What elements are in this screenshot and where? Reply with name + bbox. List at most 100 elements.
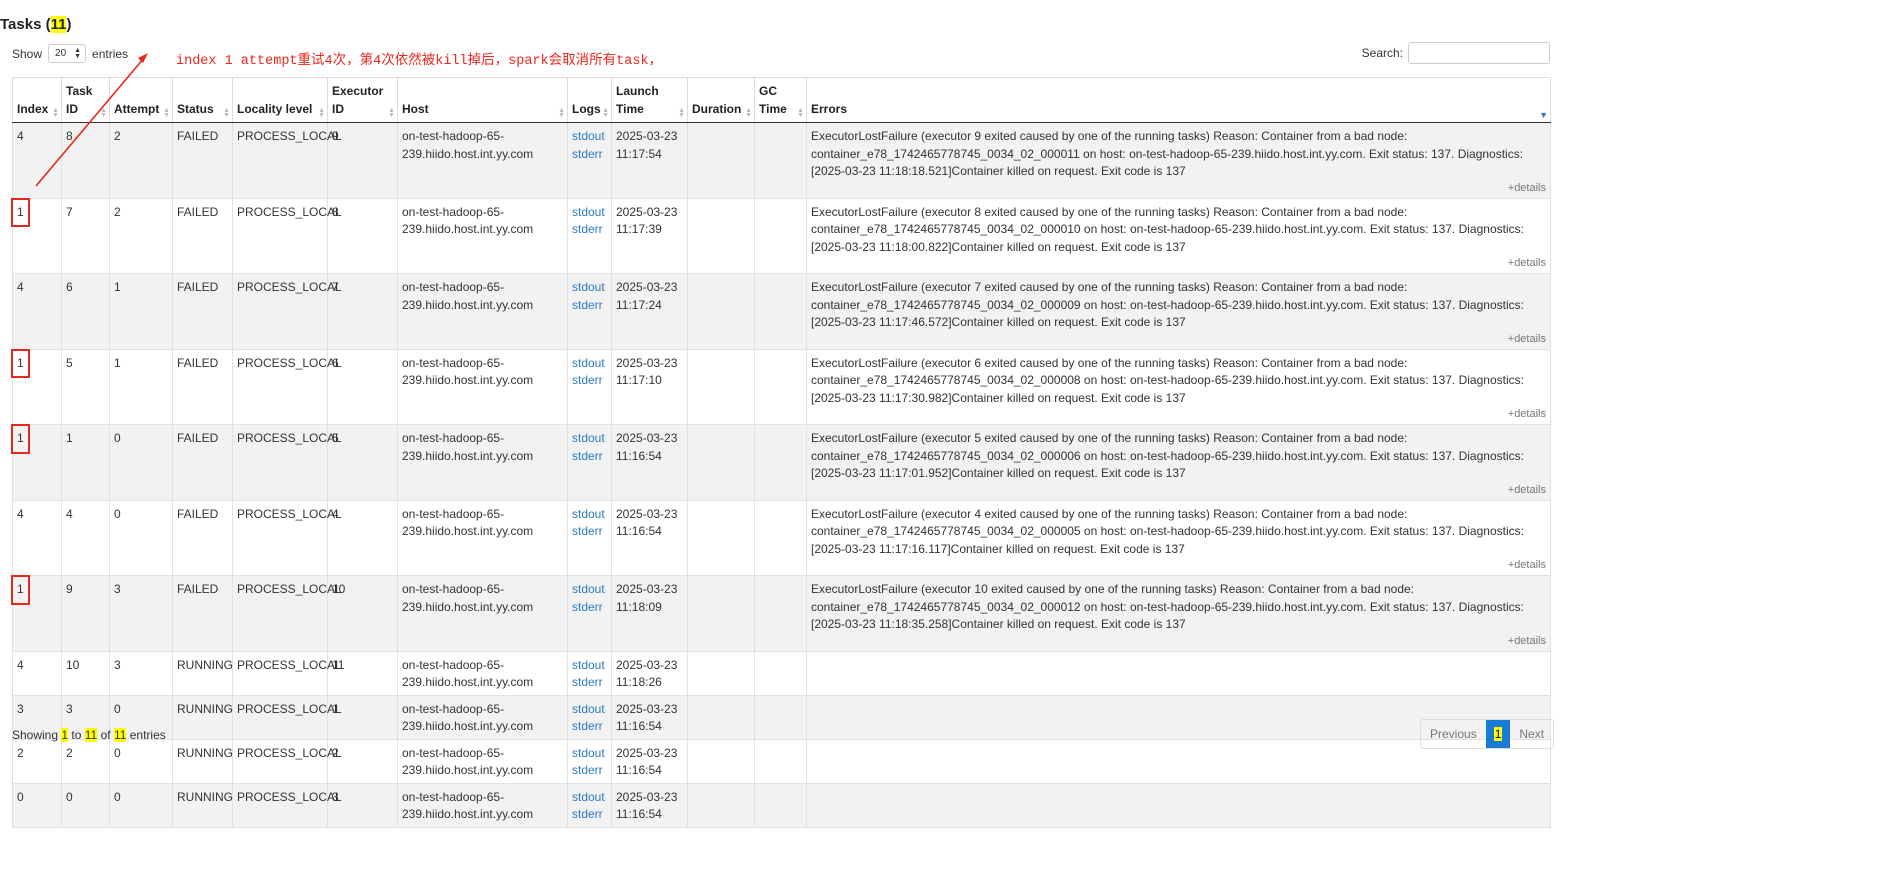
stdout-link[interactable]: stdout bbox=[572, 430, 607, 448]
cell-status: FAILED bbox=[172, 197, 233, 274]
details-toggle[interactable]: +details bbox=[811, 407, 1546, 421]
details-toggle[interactable]: +details bbox=[811, 181, 1546, 195]
stderr-link[interactable]: stderr bbox=[572, 806, 607, 824]
cell-attempt: 3 bbox=[109, 650, 173, 696]
page-length-select[interactable]: 20 ▲ ▼ bbox=[48, 44, 87, 63]
cell-index: 1 bbox=[11, 424, 62, 501]
cell-gc-time bbox=[754, 575, 807, 652]
column-header-locality-level[interactable]: Locality level ▲ ▼ bbox=[232, 77, 328, 123]
table-row: 2 2 0 RUNNING PROCESS_LOCAL 2 on-test-hadoop-6… bbox=[12, 738, 1551, 784]
stdout-link[interactable]: stdout bbox=[572, 128, 607, 146]
details-toggle[interactable]: +details bbox=[811, 483, 1546, 497]
launch-date: 2025-03-23 bbox=[616, 701, 678, 716]
cell-task-id-value: 0 bbox=[66, 789, 73, 804]
cell-index: 2 bbox=[12, 738, 62, 784]
stdout-link[interactable]: stdout bbox=[572, 506, 607, 524]
cell-task-id-value: 9 bbox=[66, 582, 73, 596]
stderr-link[interactable]: stderr bbox=[572, 523, 607, 541]
cell-status-value: RUNNING bbox=[177, 789, 233, 804]
cell-locality-value: PROCESS_LOCAL bbox=[237, 280, 342, 294]
cell-index: 1 bbox=[11, 348, 62, 425]
cell-executor-id: 4 bbox=[327, 499, 398, 576]
cell-index: 4 bbox=[12, 499, 62, 576]
cell-launch-time: 2025-03-23 11:16:54 bbox=[611, 499, 688, 576]
cell-executor-id: 11 bbox=[327, 650, 398, 696]
stdout-link[interactable]: stdout bbox=[572, 204, 607, 222]
details-toggle[interactable]: +details bbox=[811, 558, 1546, 572]
launch-date: 2025-03-23 bbox=[616, 582, 678, 596]
details-toggle[interactable]: +details bbox=[811, 256, 1546, 270]
column-header-duration[interactable]: Duration ▲ ▼ bbox=[687, 77, 755, 123]
stderr-link[interactable]: stderr bbox=[572, 718, 607, 736]
column-header-gc-time[interactable]: GC Time ▲ ▼ bbox=[754, 77, 807, 123]
cell-logs: stdout stderr bbox=[567, 575, 612, 652]
stdout-link[interactable]: stdout bbox=[572, 355, 607, 373]
column-header-label: Host bbox=[402, 102, 429, 116]
column-header-task-id[interactable]: Task ID ▲ ▼ bbox=[61, 77, 110, 123]
cell-status-value: RUNNING bbox=[177, 745, 233, 760]
search-input[interactable] bbox=[1408, 42, 1550, 64]
stdout-link[interactable]: stdout bbox=[572, 279, 607, 297]
cell-executor-id: 3 bbox=[327, 782, 398, 828]
stderr-link[interactable]: stderr bbox=[572, 762, 607, 780]
cell-task-id: 8 bbox=[61, 122, 110, 199]
cell-launch-time: 2025-03-23 11:18:09 bbox=[611, 575, 688, 652]
stdout-link[interactable]: stdout bbox=[572, 657, 607, 675]
column-header-index[interactable]: Index ▲ ▼ bbox=[12, 77, 62, 123]
column-header-label: Launch Time bbox=[616, 84, 659, 116]
column-header-errors[interactable]: Errors ▼ bbox=[806, 77, 1551, 123]
stdout-link[interactable]: stdout bbox=[572, 581, 607, 599]
column-header-logs[interactable]: Logs ▲ ▼ bbox=[567, 77, 612, 123]
cell-launch-time: 2025-03-23 11:16:54 bbox=[611, 694, 688, 740]
details-toggle[interactable]: +details bbox=[811, 332, 1546, 346]
stderr-link[interactable]: stderr bbox=[572, 146, 607, 164]
cell-locality-value: PROCESS_LOCAL bbox=[237, 701, 342, 716]
launch-time: 11:17:54 bbox=[616, 146, 662, 161]
previous-button[interactable]: Previous bbox=[1421, 720, 1486, 748]
stderr-link[interactable]: stderr bbox=[572, 297, 607, 315]
cell-executor-id-value: 9 bbox=[332, 129, 339, 143]
cell-task-id-value: 4 bbox=[66, 506, 73, 521]
cell-logs: stdout stderr bbox=[567, 650, 612, 696]
cell-duration bbox=[687, 575, 755, 652]
cell-logs: stdout stderr bbox=[567, 424, 612, 501]
details-toggle[interactable]: +details bbox=[811, 634, 1546, 648]
cell-executor-id: 7 bbox=[327, 273, 398, 350]
stderr-link[interactable]: stderr bbox=[572, 372, 607, 390]
column-header-executor-id[interactable]: Executor ID ▲ ▼ bbox=[327, 77, 398, 123]
column-header-launch-time[interactable]: Launch Time ▲ ▼ bbox=[611, 77, 688, 123]
cell-task-id: 6 bbox=[61, 273, 110, 350]
page-1-button[interactable]: 1 bbox=[1485, 720, 1511, 748]
cell-locality-value: PROCESS_LOCAL bbox=[237, 506, 342, 521]
stdout-link[interactable]: stdout bbox=[572, 701, 607, 719]
cell-executor-id: 6 bbox=[327, 348, 398, 425]
table-row: 1 9 3 FAILED PROCESS_LOCAL 10 on-test-hadoop-6… bbox=[11, 575, 1551, 652]
column-header-status[interactable]: Status ▲ ▼ bbox=[172, 77, 233, 123]
cell-executor-id: 2 bbox=[327, 738, 398, 784]
cell-index: 4 bbox=[12, 273, 62, 350]
cell-task-id-value: 1 bbox=[66, 431, 73, 445]
stderr-link[interactable]: stderr bbox=[572, 599, 607, 617]
entries-label: entries bbox=[92, 46, 129, 61]
stderr-link[interactable]: stderr bbox=[572, 674, 607, 692]
stdout-link[interactable]: stdout bbox=[572, 745, 607, 763]
column-header-host[interactable]: Host ▲ ▼ bbox=[397, 77, 568, 123]
cell-task-id: 4 bbox=[61, 499, 110, 576]
cell-host: on-test-hadoop-65-239.hiido.host.int.yy.… bbox=[397, 782, 568, 828]
launch-date: 2025-03-23 bbox=[616, 129, 678, 143]
cell-locality: PROCESS_LOCAL bbox=[232, 348, 342, 425]
cell-locality-value: PROCESS_LOCAL bbox=[237, 582, 342, 596]
stdout-link[interactable]: stdout bbox=[572, 789, 607, 807]
column-header-attempt[interactable]: Attempt ▲ ▼ bbox=[109, 77, 173, 123]
stderr-link[interactable]: stderr bbox=[572, 221, 607, 239]
cell-launch-time: 2025-03-23 11:17:54 bbox=[611, 122, 688, 199]
cell-status-value: RUNNING bbox=[177, 657, 233, 672]
stderr-link[interactable]: stderr bbox=[572, 448, 607, 466]
cell-attempt-value: 0 bbox=[114, 789, 121, 804]
cell-host-value: on-test-hadoop-65-239.hiido.host.int.yy.… bbox=[402, 582, 534, 614]
cell-locality-value: PROCESS_LOCAL bbox=[237, 129, 342, 143]
table-header: Index ▲ ▼ Task ID ▲ ▼ Attempt ▲ ▼ Status ▲ ▼ Localit… bbox=[12, 77, 1551, 123]
next-button[interactable]: Next bbox=[1510, 720, 1553, 748]
sort-icon: ▲ ▼ bbox=[602, 107, 609, 119]
cell-host-value: on-test-hadoop-65-239.hiido.host.int.yy.… bbox=[402, 431, 534, 463]
